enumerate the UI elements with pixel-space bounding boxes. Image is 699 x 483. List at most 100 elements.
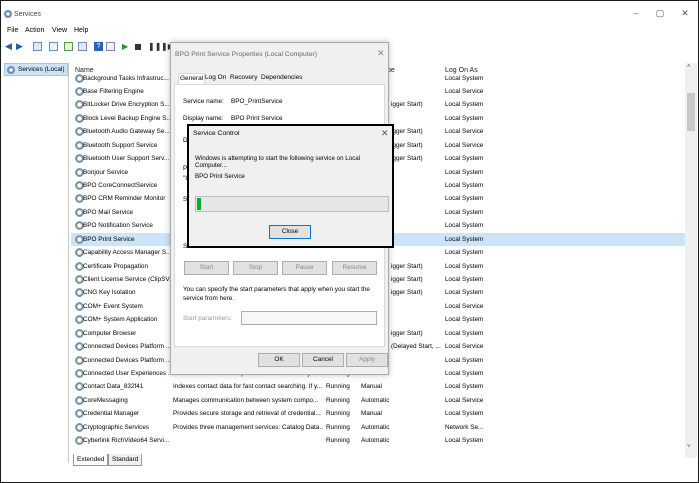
service-name-cell: Credential Manager	[83, 410, 140, 418]
service-name-cell: Bonjour Service	[83, 168, 129, 176]
help-icon[interactable]: ?	[94, 42, 103, 51]
back-arrow-icon[interactable]: ◀	[5, 42, 14, 51]
service-logon-cell: Network Se...	[445, 423, 484, 431]
pause-service-icon[interactable]: ❚❚	[148, 42, 161, 51]
service-name-cell: BPO CRM Reminder Monitor	[83, 195, 166, 203]
menu-view[interactable]: View	[52, 27, 67, 34]
menu-help[interactable]: Help	[74, 27, 88, 34]
scroll-up-icon[interactable]: ˄	[687, 64, 691, 70]
show-hide-console-tree-icon[interactable]	[33, 42, 42, 51]
service-startup-cell: Manual	[361, 410, 382, 418]
service-row[interactable]: Cryptographic Services Provides three man…	[71, 421, 685, 434]
service-logon-cell: Local System	[445, 369, 484, 377]
service-control-close-icon[interactable]: ✕	[381, 128, 389, 139]
service-name-cell: Connected Devices Platform ...	[83, 356, 171, 364]
service-logon-cell: Local Service	[445, 343, 484, 351]
service-name-cell: Client License Service (ClipSV...	[83, 275, 171, 283]
service-name-cell: Block Level Backup Engine S...	[83, 114, 171, 122]
forward-arrow-icon[interactable]: ▶	[16, 42, 25, 51]
service-logon-cell: Local System	[445, 316, 484, 324]
menu-file[interactable]: File	[7, 27, 18, 34]
service-name-cell: Computer Browser	[83, 329, 137, 337]
tab-standard[interactable]: Standard	[108, 454, 143, 466]
service-logon-cell: Local System	[445, 155, 484, 163]
tab-recovery[interactable]: Recovery	[230, 74, 257, 81]
pause-button[interactable]: Pause	[282, 261, 327, 275]
service-logon-cell: Local System	[445, 114, 484, 122]
properties-close-icon[interactable]: ✕	[377, 48, 385, 59]
service-name-cell: Base Filtering Engine	[83, 87, 144, 95]
start-service-icon[interactable]: ▶	[122, 42, 131, 51]
service-name-cell: Cryptographic Services	[83, 423, 150, 431]
service-row[interactable]: Credential Manager Provides secure storag…	[71, 407, 685, 420]
service-description-cell: Provides secure storage and retrieval of…	[173, 410, 321, 418]
service-logon-cell: Local Service	[445, 87, 484, 95]
service-control-message: Windows is attempting to start the follo…	[195, 155, 361, 169]
service-name-cell: Connected User Experiences ...	[83, 369, 171, 377]
service-logon-cell: Local System	[445, 208, 484, 216]
apply-button[interactable]: Apply	[346, 353, 388, 367]
vertical-scrollbar[interactable]: ˄ ˅	[685, 63, 697, 458]
service-name-cell: Bluetooth User Support Serv...	[83, 155, 170, 163]
service-status-cell: Running	[326, 410, 350, 418]
service-row[interactable]: Contact Data_832f41 Indexes contact data …	[71, 380, 685, 393]
tab-extended[interactable]: Extended	[73, 454, 109, 466]
menu-action[interactable]: Action	[25, 27, 44, 34]
service-name-cell: COM+ System Application	[83, 316, 158, 324]
console-tree: Services (Local)	[3, 63, 69, 463]
service-name-cell: BPO CoreConnectService	[83, 181, 158, 189]
refresh-icon[interactable]	[64, 42, 73, 51]
service-name-cell: Certificate Propagation	[83, 262, 149, 270]
start-parameters-input[interactable]	[241, 311, 377, 325]
cancel-button[interactable]: Cancel	[302, 353, 344, 367]
close-button[interactable]: Close	[269, 225, 311, 239]
services-gear-icon	[7, 66, 15, 74]
service-row[interactable]: Cyberlink RichVideo64 Servi... Running Aut…	[71, 434, 685, 447]
service-name-cell: COM+ Event System	[83, 302, 143, 310]
tab-dependencies[interactable]: Dependencies	[261, 74, 303, 81]
service-name-cell: Bluetooth Audio Gateway Se...	[83, 128, 170, 136]
service-control-service-name: BPO Print Service	[195, 173, 245, 180]
service-description-cell: Indexes contact data for fast contact se…	[173, 383, 323, 391]
stop-service-icon[interactable]	[135, 44, 141, 50]
view-icon[interactable]	[106, 42, 115, 51]
export-list-icon[interactable]	[78, 42, 87, 51]
service-startup-cell: Automatic	[361, 437, 390, 445]
service-status-cell: Running	[326, 383, 350, 391]
stop-button[interactable]: Stop	[233, 261, 278, 275]
scroll-down-icon[interactable]: ˅	[687, 444, 691, 450]
service-name-cell: Connected Devices Platform ...	[83, 343, 171, 351]
service-name-cell: CoreMessaging	[83, 396, 128, 404]
tab-log-on[interactable]: Log On	[205, 74, 226, 81]
display-name-label: Display name:	[183, 115, 224, 122]
service-name-cell: BitLocker Drive Encryption S...	[83, 101, 170, 109]
service-name-cell: Capability Access Manager S...	[83, 249, 171, 257]
service-logon-cell: Local System	[445, 410, 484, 418]
service-logon-cell: Local Service	[445, 141, 484, 149]
resume-button[interactable]: Resume	[332, 261, 377, 275]
tree-item-label: Services (Local)	[18, 66, 65, 73]
service-description-cell: Provides three management services: Cata…	[173, 423, 323, 431]
close-window-button[interactable]: ✕	[678, 8, 692, 18]
tab-general[interactable]: General	[178, 73, 206, 84]
service-status-cell: Running	[326, 437, 350, 445]
service-name-cell: CNG Key Isolation	[83, 289, 136, 297]
properties-list-icon[interactable]	[49, 42, 58, 51]
progress-fill	[197, 198, 201, 210]
start-button[interactable]: Start	[184, 261, 229, 275]
scrollbar-thumb[interactable]	[687, 93, 695, 131]
start-parameters-label: Start parameters:	[183, 315, 233, 322]
service-logon-cell: Local System	[445, 222, 484, 230]
maximize-button[interactable]: ▢	[653, 8, 667, 18]
minimize-button[interactable]: –	[629, 8, 643, 18]
tree-item-services-local[interactable]: Services (Local)	[4, 63, 68, 76]
services-app-icon	[4, 10, 12, 18]
service-logon-cell: Local System	[445, 235, 484, 243]
window-title: Services	[14, 11, 41, 18]
ok-button[interactable]: OK	[258, 353, 300, 367]
service-description-cell: Manages communication between system com…	[173, 396, 319, 404]
service-row[interactable]: CoreMessaging Manages communication betwe…	[71, 394, 685, 407]
service-name-cell: BPO Notification Service	[83, 222, 153, 230]
service-logon-cell: Local System	[445, 275, 484, 283]
restart-service-icon[interactable]: ❚▶	[161, 42, 174, 51]
